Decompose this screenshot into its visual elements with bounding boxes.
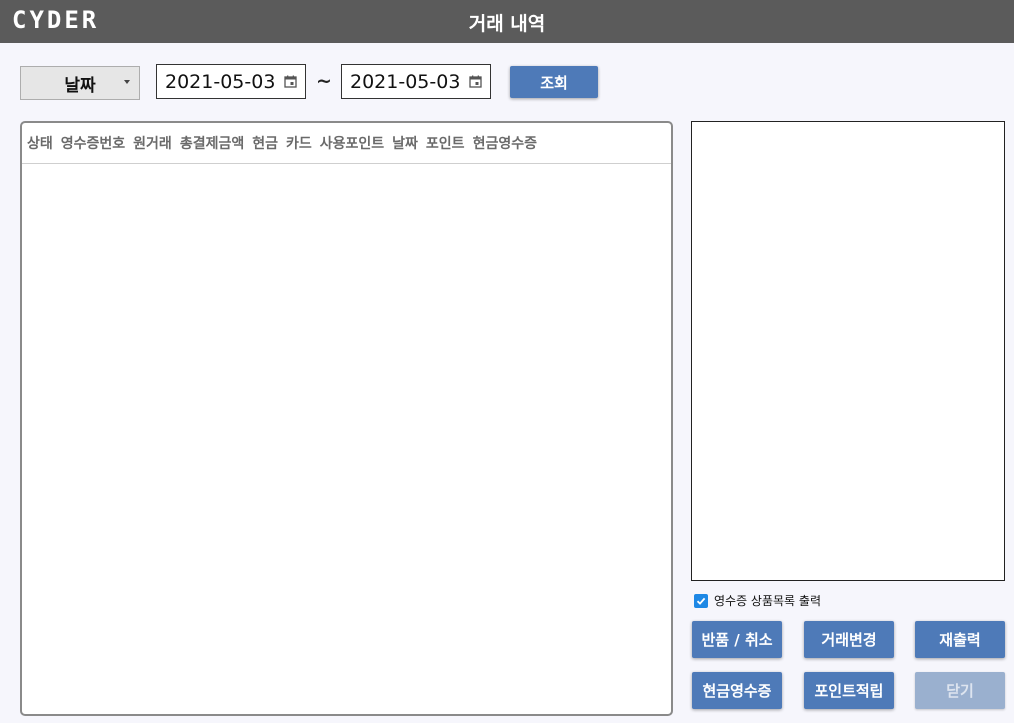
date-to-picker[interactable]: 2021-05-03 xyxy=(341,64,491,99)
close-button[interactable]: 닫기 xyxy=(915,672,1005,709)
column-header-date[interactable]: 날짜 xyxy=(392,133,418,153)
refund-cancel-button[interactable]: 반품 / 취소 xyxy=(692,621,782,658)
earn-points-button[interactable]: 포인트적립 xyxy=(804,672,894,709)
column-header-status[interactable]: 상태 xyxy=(27,133,53,153)
change-transaction-button[interactable]: 거래변경 xyxy=(804,621,894,658)
transaction-table[interactable]: 상태 영수증번호 원거래 총결제금액 현금 카드 사용포인트 날짜 포인트 현금… xyxy=(20,121,673,716)
table-header: 상태 영수증번호 원거래 총결제금액 현금 카드 사용포인트 날짜 포인트 현금… xyxy=(22,123,671,164)
calendar-icon[interactable] xyxy=(469,75,482,88)
date-from-picker[interactable]: 2021-05-03 xyxy=(156,64,306,99)
print-items-label: 영수증 상품목록 출력 xyxy=(714,594,821,608)
print-items-checkbox[interactable] xyxy=(694,593,708,608)
column-header-cash-receipt[interactable]: 현금영수증 xyxy=(473,133,537,153)
column-header-total-amount[interactable]: 총결제금액 xyxy=(180,133,244,153)
column-header-receipt-number[interactable]: 영수증번호 xyxy=(61,133,125,153)
title-bar: CYDER 거래 내역 xyxy=(0,0,1014,43)
chevron-down-icon xyxy=(124,80,130,84)
filter-type-value: 날짜 xyxy=(64,75,96,96)
column-header-points[interactable]: 포인트 xyxy=(426,133,465,153)
calendar-icon[interactable] xyxy=(284,75,297,88)
receipt-preview-panel xyxy=(691,121,1005,581)
column-header-original-transaction[interactable]: 원거래 xyxy=(133,133,172,153)
column-header-cash[interactable]: 현금 xyxy=(252,133,278,153)
checkmark-icon xyxy=(696,597,706,605)
column-header-card[interactable]: 카드 xyxy=(286,133,312,153)
print-items-option[interactable]: 영수증 상품목록 출력 xyxy=(694,592,821,609)
filter-type-dropdown[interactable]: 날짜 xyxy=(20,66,140,100)
date-from-value: 2021-05-03 xyxy=(165,70,276,93)
cash-receipt-button[interactable]: 현금영수증 xyxy=(692,672,782,709)
date-to-value: 2021-05-03 xyxy=(350,70,461,93)
window-title: 거래 내역 xyxy=(468,13,546,35)
date-range-separator: ~ xyxy=(316,70,332,92)
column-header-used-points[interactable]: 사용포인트 xyxy=(320,133,384,153)
reprint-button[interactable]: 재출력 xyxy=(915,621,1005,658)
search-button[interactable]: 조회 xyxy=(510,66,598,98)
